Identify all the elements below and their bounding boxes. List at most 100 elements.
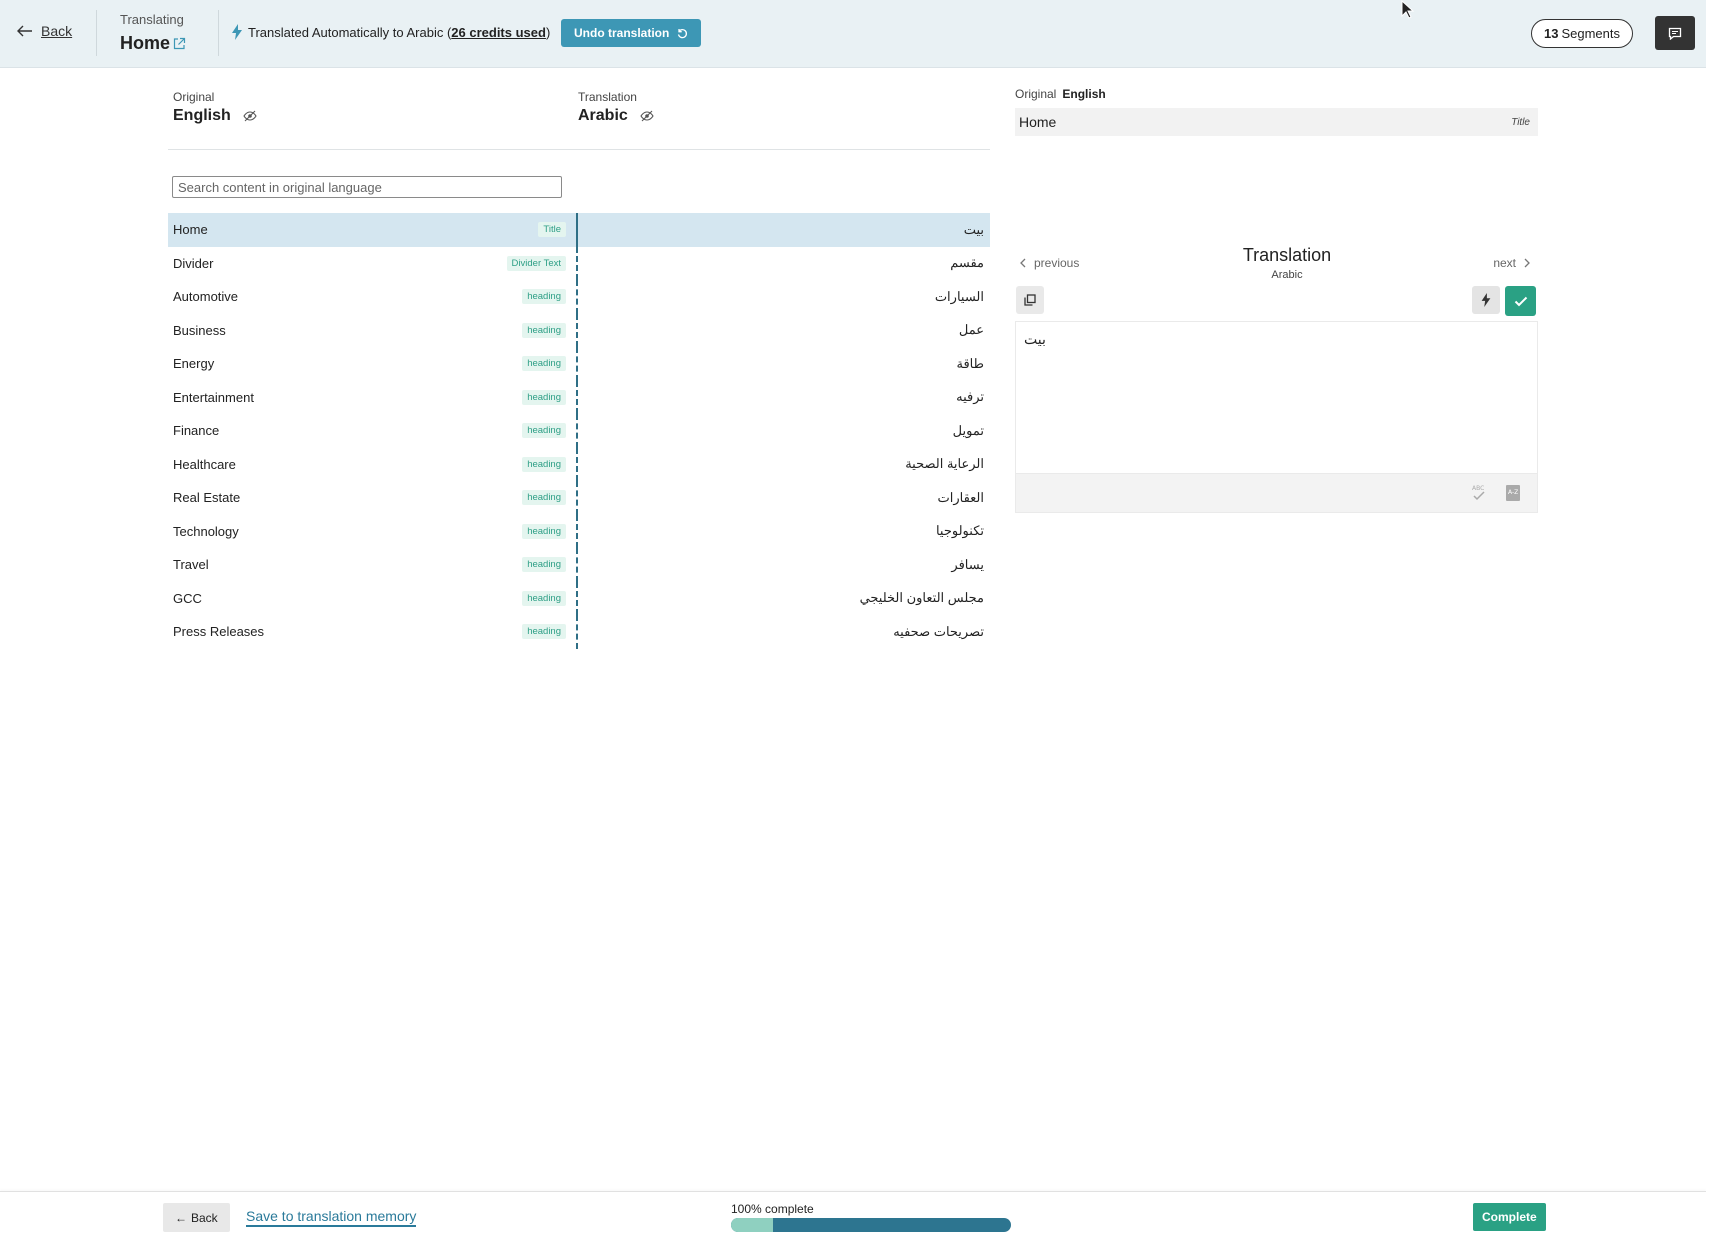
table-row[interactable]: Real Estate heading العقارات (168, 481, 990, 515)
confirm-translation-button[interactable] (1505, 286, 1536, 316)
top-bar: Back Translating Home Translated Automat… (0, 0, 1706, 68)
editor-original-header: Original English (1015, 87, 1106, 101)
undo-translation-button[interactable]: Undo translation (561, 19, 702, 47)
progress-bar (731, 1218, 1011, 1232)
auto-translate-button[interactable] (1472, 286, 1500, 314)
spellcheck-icon[interactable]: ABC (1471, 483, 1487, 503)
editor-language: Arabic (1271, 269, 1303, 281)
segment-tag: heading (522, 590, 566, 606)
table-row[interactable]: Technology heading تكنولوجيا (168, 514, 990, 548)
auto-status-suffix: ) (545, 24, 551, 40)
segment-tag: heading (522, 322, 566, 338)
table-row[interactable]: Home Title بيت (168, 213, 990, 247)
chevron-left-icon (1020, 258, 1026, 268)
divider (218, 10, 219, 56)
lightning-icon (232, 24, 242, 40)
footer-back-button[interactable]: ← Back (163, 1203, 230, 1232)
copy-original-button[interactable] (1016, 286, 1044, 314)
segment-translation: عمل (958, 322, 984, 338)
translation-label: Translation (578, 90, 637, 104)
segment-tag: Divider Text (506, 255, 566, 271)
segments-label: Segments (1561, 26, 1621, 41)
copy-icon (1024, 294, 1036, 306)
table-row[interactable]: GCC heading مجلس التعاون الخليجي (168, 581, 990, 615)
table-row[interactable]: Automotive heading السيارات (168, 280, 990, 314)
lightning-icon (1481, 293, 1491, 307)
segment-original: Real Estate (173, 490, 241, 506)
segment-translation: يسافر (951, 556, 984, 572)
segment-tag: heading (522, 456, 566, 472)
segment-original: Energy (173, 356, 215, 372)
segment-original: Press Releases (173, 624, 265, 640)
editor-toolbar: ABC A-Z (1015, 473, 1538, 513)
original-language: English (173, 107, 231, 124)
header-divider (168, 149, 990, 150)
segment-original: Automotive (173, 289, 239, 305)
table-row[interactable]: Energy heading طاقة (168, 347, 990, 381)
segment-original: Divider (173, 255, 214, 271)
table-row[interactable]: Healthcare heading الرعاية الصحية (168, 447, 990, 481)
editor-original-label: Original (1015, 87, 1057, 101)
segment-translation: بيت (963, 221, 984, 237)
segments-count-badge[interactable]: 13 Segments (1531, 19, 1634, 48)
progress-bar-fill (731, 1218, 773, 1232)
segment-tag: heading (522, 356, 566, 371)
checkmark-icon (1514, 296, 1527, 306)
eye-slash-icon[interactable] (640, 110, 654, 122)
segment-translation: تمويل (952, 422, 984, 438)
arrow-left-icon (17, 25, 32, 37)
save-to-memory-link[interactable]: Save to translation memory (246, 1208, 417, 1227)
auto-status-prefix: Translated Automatically to Arabic ( (248, 24, 452, 40)
complete-button[interactable]: Complete (1473, 1203, 1546, 1231)
table-row[interactable]: Finance heading تمويل (168, 414, 990, 448)
comments-button[interactable] (1655, 16, 1695, 50)
segment-original: Home (173, 222, 208, 238)
credits-used[interactable]: 26 credits used (451, 25, 546, 40)
previous-label: previous (1034, 256, 1080, 270)
search-input[interactable] (172, 176, 562, 198)
auto-translation-status: Translated Automatically to Arabic (26 c… (232, 24, 550, 40)
back-link[interactable]: Back (17, 23, 72, 39)
original-label: Original (173, 90, 215, 104)
segment-original: Travel (173, 557, 209, 573)
segment-original: Technology (173, 523, 239, 539)
translation-language-header: Translation Arabic (578, 90, 654, 125)
glossary-icon[interactable]: A-Z (1505, 484, 1521, 502)
table-row[interactable]: Press Releases heading تصريحات صحفيه (168, 615, 990, 649)
table-row[interactable]: Entertainment heading ترفيه (168, 380, 990, 414)
table-row[interactable]: Business heading عمل (168, 313, 990, 347)
table-row[interactable]: Travel heading يسافر (168, 548, 990, 582)
comment-icon (1668, 27, 1682, 40)
arrow-left-icon: ← (175, 1210, 187, 1225)
previous-segment-button[interactable]: previous (1020, 256, 1079, 270)
translation-language: Arabic (578, 107, 628, 124)
next-segment-button[interactable]: next (1493, 256, 1530, 270)
chevron-right-icon (1524, 258, 1530, 268)
segment-translation: مجلس التعاون الخليجي (859, 590, 984, 606)
eye-slash-icon[interactable] (243, 110, 257, 122)
footer-back-label: Back (191, 1210, 218, 1225)
segment-translation: تصريحات صحفيه (893, 623, 984, 639)
segment-tag: heading (522, 523, 566, 539)
original-language-header: Original English (173, 90, 257, 125)
translation-editor[interactable]: بيت (1015, 321, 1538, 473)
segment-tag: heading (522, 423, 566, 438)
segment-original: Entertainment (173, 389, 254, 405)
table-row[interactable]: Divider Divider Text مقسم (168, 246, 990, 280)
external-link-icon[interactable] (173, 37, 186, 50)
segment-tag: heading (522, 389, 566, 405)
translation-editor-value: بيت (1024, 331, 1046, 347)
editor-original-text: Home Title (1015, 108, 1538, 136)
segment-translation: ترفيه (956, 389, 984, 405)
page-title-text: Home (120, 33, 171, 53)
page-title: Home (120, 33, 186, 54)
segment-translation: طاقة (956, 355, 985, 371)
segment-tag: Title (538, 222, 566, 237)
undo-icon (678, 28, 688, 38)
segment-tag: heading (522, 490, 566, 505)
segment-list: Home Title بيت Divider Divider Text مقسم A… (168, 213, 990, 649)
window-edge (1706, 0, 1720, 1243)
editor-original-tag: Title (1511, 117, 1530, 128)
segment-translation: السيارات (934, 288, 984, 304)
progress-label: 100% complete (731, 1202, 814, 1216)
